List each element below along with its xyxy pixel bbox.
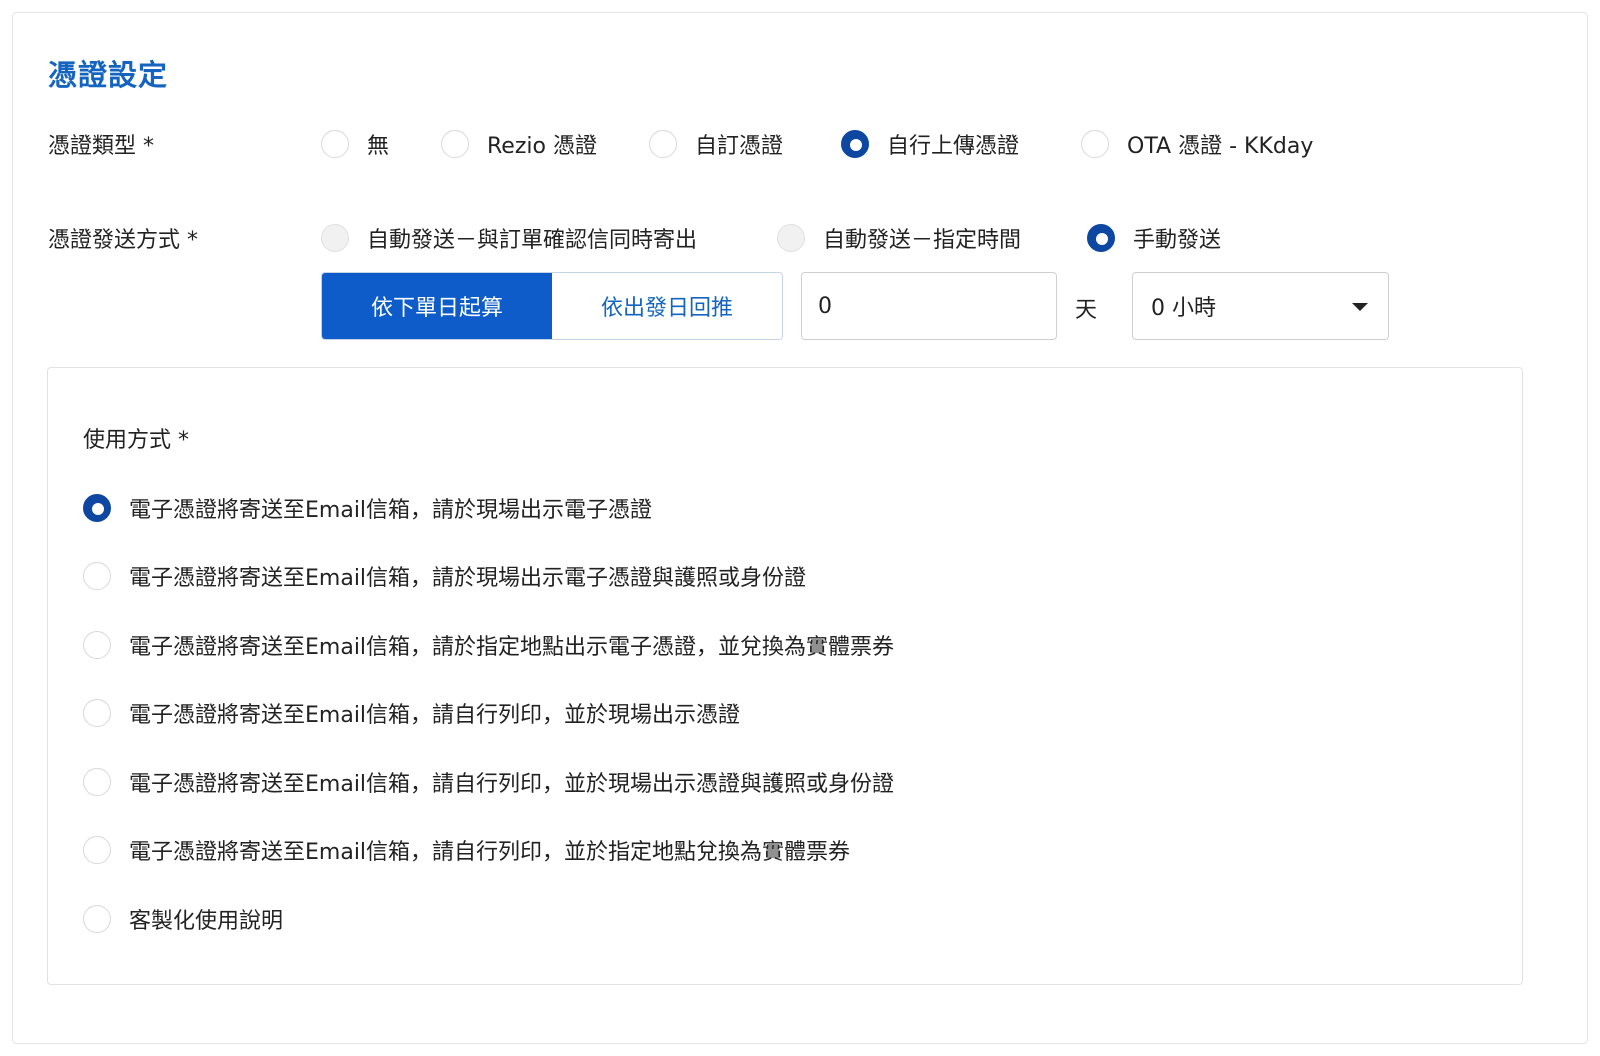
usage-option-6[interactable]: 電子憑證將寄送至Email信箱，請自行列印，並於指定地點兌換為實體票券 [83,834,850,866]
usage-option-label: 客製化使用說明 [129,909,284,934]
radio-circle [83,905,111,933]
radio-circle [777,224,805,252]
usage-panel [47,367,1523,985]
usage-option-label: 電子憑證將寄送至Email信箱，請自行列印，並於現場出示憑證 [129,703,741,728]
radio-circle [83,562,111,590]
usage-option-custom[interactable]: 客製化使用說明 [83,903,283,935]
usage-option-2[interactable]: 電子憑證將寄送至Email信箱，請於現場出示電子憑證與護照或身份證 [83,560,806,592]
voucher-type-option-label: 自訂憑證 [695,134,784,159]
send-method-option-auto-scheduled[interactable]: 自動發送－指定時間 [777,222,1021,254]
hours-select-value: 0 小時 [1151,296,1216,321]
send-method-option-auto-with-confirmation[interactable]: 自動發送－與訂單確認信同時寄出 [321,222,697,254]
radio-circle [321,130,349,158]
radio-circle [841,130,869,158]
days-unit-label: 天 [1075,298,1098,323]
voucher-type-option-label: Rezio 憑證 [487,134,597,159]
send-method-option-label: 手動發送 [1133,228,1222,253]
radio-circle [83,699,111,727]
radio-circle [83,494,111,522]
voucher-type-option-self-upload[interactable]: 自行上傳憑證 [841,128,1019,160]
voucher-type-option-rezio[interactable]: Rezio 憑證 [441,128,597,160]
voucher-type-option-label: 自行上傳憑證 [887,134,1020,159]
usage-option-4[interactable]: 電子憑證將寄送至Email信箱，請自行列印，並於現場出示憑證 [83,697,740,729]
usage-option-label: 電子憑證將寄送至Email信箱，請於現場出示電子憑證 [129,498,653,523]
radio-circle [1081,130,1109,158]
radio-circle [321,224,349,252]
date-basis-order-date-button[interactable]: 依下單日起算 [322,273,552,339]
send-method-option-manual[interactable]: 手動發送 [1087,222,1221,254]
usage-option-label: 電子憑證將寄送至Email信箱，請自行列印，並於指定地點兌換為實體票券 [129,840,851,865]
send-method-option-label: 自動發送－指定時間 [823,228,1022,253]
radio-circle [441,130,469,158]
voucher-type-option-ota-kkday[interactable]: OTA 憑證 - KKday [1081,128,1313,160]
usage-option-label: 電子憑證將寄送至Email信箱，請自行列印，並於現場出示憑證與護照或身份證 [129,772,895,797]
hours-select[interactable]: 0 小時 [1132,272,1389,340]
radio-circle [1087,224,1115,252]
days-input[interactable] [801,272,1057,340]
date-basis-departure-date-button[interactable]: 依出發日回推 [552,273,782,339]
usage-label: 使用方式 * [83,428,189,453]
radio-circle [83,631,111,659]
usage-option-5[interactable]: 電子憑證將寄送至Email信箱，請自行列印，並於現場出示憑證與護照或身份證 [83,766,894,798]
usage-option-1[interactable]: 電子憑證將寄送至Email信箱，請於現場出示電子憑證 [83,492,652,524]
radio-circle [83,768,111,796]
chevron-down-icon [1352,303,1368,311]
date-basis-toggle: 依下單日起算 依出發日回推 [321,272,783,340]
send-method-option-label: 自動發送－與訂單確認信同時寄出 [367,228,698,253]
radio-circle [83,836,111,864]
send-method-label: 憑證發送方式 * [48,228,198,253]
usage-option-label: 電子憑證將寄送至Email信箱，請於現場出示電子憑證與護照或身份證 [129,566,807,591]
voucher-type-option-custom[interactable]: 自訂憑證 [649,128,783,160]
usage-option-3[interactable]: 電子憑證將寄送至Email信箱，請於指定地點出示電子憑證，並兌換為實體票券 [83,629,894,661]
section-title: 憑證設定 [48,58,169,92]
voucher-type-option-none[interactable]: 無 [321,128,389,160]
voucher-type-option-label: OTA 憑證 - KKday [1127,134,1314,159]
voucher-type-option-label: 無 [367,134,390,159]
radio-circle [649,130,677,158]
usage-option-label: 電子憑證將寄送至Email信箱，請於指定地點出示電子憑證，並兌換為實體票券 [129,635,895,660]
voucher-type-label: 憑證類型 * [48,134,154,159]
